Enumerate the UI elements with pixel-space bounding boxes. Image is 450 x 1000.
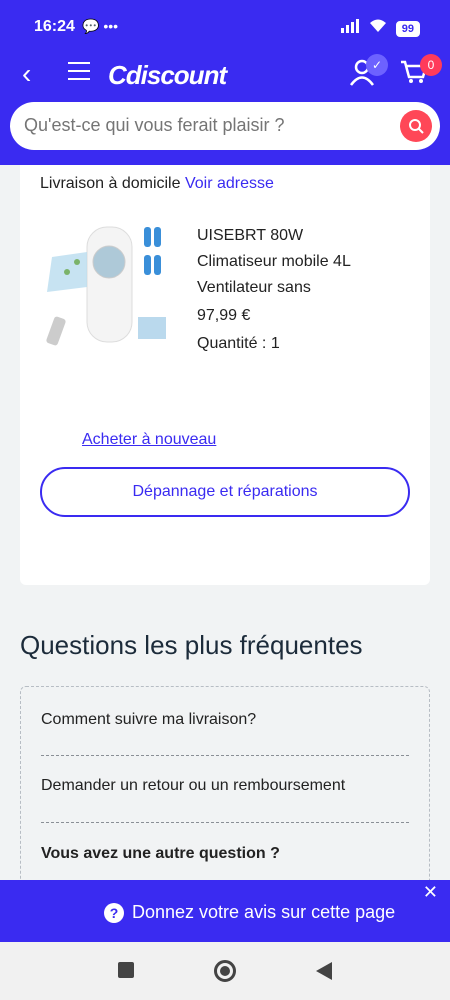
view-address-link[interactable]: Voir adresse bbox=[185, 175, 274, 192]
search-bar bbox=[10, 102, 440, 150]
brand-logo[interactable]: Cdiscount bbox=[108, 60, 227, 91]
back-icon[interactable]: ‹ bbox=[22, 58, 31, 90]
menu-icon[interactable] bbox=[68, 62, 90, 86]
faq-item[interactable]: Demander un retour ou un remboursement bbox=[41, 777, 409, 795]
app-header: 16:24 💬 ••• 99 ‹ Cdiscount ✓ 0 bbox=[0, 0, 450, 165]
product-price: 97,99 € bbox=[197, 307, 251, 324]
check-icon: ✓ bbox=[366, 54, 388, 76]
faq-divider bbox=[41, 822, 409, 823]
home-icon[interactable] bbox=[214, 960, 236, 982]
close-icon[interactable]: ✕ bbox=[423, 882, 438, 903]
battery-icon: 99 bbox=[395, 20, 420, 37]
other-question-item[interactable]: Vous avez une autre question ? bbox=[41, 845, 409, 863]
feedback-line[interactable]: ? Donnez votre avis sur cette page bbox=[104, 902, 395, 923]
help-icon: ? bbox=[104, 902, 124, 923]
repair-button[interactable]: Dépannage et réparations bbox=[40, 467, 410, 517]
product-image[interactable] bbox=[42, 217, 172, 357]
search-button[interactable] bbox=[400, 110, 432, 142]
faq-divider bbox=[41, 755, 409, 756]
product-title[interactable]: UISEBRT 80W Climatiseur mobile 4L Ventil… bbox=[197, 223, 387, 301]
recents-icon[interactable] bbox=[118, 962, 134, 978]
search-icon bbox=[409, 119, 424, 134]
back-nav-icon[interactable] bbox=[316, 962, 332, 980]
notification-icons: 💬 ••• bbox=[82, 18, 119, 34]
order-card: Livraison à domicile Voir adresse UISEBR… bbox=[20, 165, 430, 585]
status-bar: 16:24 💬 ••• 99 bbox=[0, 0, 450, 52]
feedback-banner[interactable]: ✕ ? Donnez votre avis sur cette page bbox=[0, 880, 450, 942]
wifi-icon bbox=[368, 18, 388, 39]
faq-item[interactable]: Comment suivre ma livraison? bbox=[41, 711, 409, 729]
delivery-line: Livraison à domicile Voir adresse bbox=[40, 175, 274, 193]
status-right: 99 bbox=[340, 18, 420, 39]
faq-list: Comment suivre ma livraison? Demander un… bbox=[20, 686, 430, 886]
search-input[interactable] bbox=[24, 115, 384, 136]
buy-again-link[interactable]: Acheter à nouveau bbox=[82, 431, 216, 449]
feedback-label: Donnez votre avis sur cette page bbox=[132, 902, 396, 922]
product-quantity: Quantité : 1 bbox=[197, 335, 280, 352]
status-time: 16:24 bbox=[34, 18, 75, 35]
top-nav: ‹ Cdiscount ✓ 0 bbox=[0, 52, 450, 97]
system-nav-bar bbox=[0, 942, 450, 1000]
cart-count-badge: 0 bbox=[420, 54, 442, 76]
delivery-label: Livraison à domicile bbox=[40, 175, 181, 192]
signal-icon bbox=[340, 19, 360, 38]
faq-title: Questions les plus fréquentes bbox=[20, 630, 363, 660]
